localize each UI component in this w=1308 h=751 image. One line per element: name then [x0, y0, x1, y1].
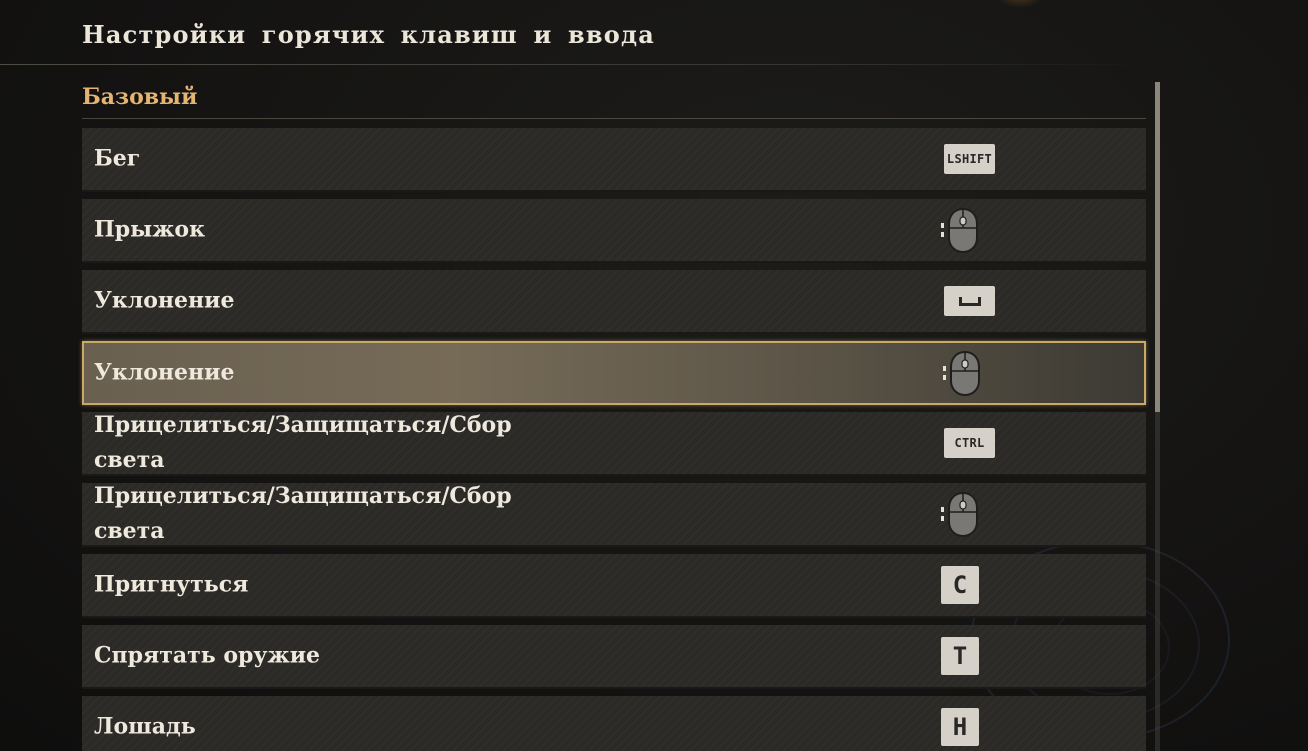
keycap-h[interactable]: H: [941, 708, 979, 746]
space-key-icon: [958, 296, 981, 306]
keycap-ctrl[interactable]: CTRL: [944, 428, 995, 458]
binding-row-aim-block-mouse[interactable]: Прицелиться/Защищаться/Сбор света: [82, 483, 1146, 547]
mouse-side-button-icon[interactable]: [940, 206, 984, 254]
binding-label: Прыжок: [94, 216, 205, 243]
binding-label: Прицелиться/Защищаться/Сбор света: [94, 412, 512, 473]
binding-label: Бег: [94, 145, 141, 172]
binding-row-horse[interactable]: Лошадь H: [82, 696, 1146, 751]
bindings-list: Бег LSHIFT Прыжок Уклонение Уклонение Пр…: [82, 128, 1146, 751]
binding-label: Пригнуться: [94, 571, 249, 598]
mouse-side-button-icon[interactable]: [942, 349, 986, 397]
keycap-c[interactable]: C: [941, 566, 979, 604]
binding-row-crouch[interactable]: Пригнуться C: [82, 554, 1146, 618]
keycap-lshift[interactable]: LSHIFT: [944, 144, 995, 174]
ember-glow: [995, 0, 1045, 8]
binding-row-holster-weapon[interactable]: Спрятать оружие T: [82, 625, 1146, 689]
binding-label: Прицелиться/Защищаться/Сбор света: [94, 483, 512, 544]
binding-label: Уклонение: [94, 359, 235, 386]
binding-label: Уклонение: [94, 287, 235, 314]
binding-row-run[interactable]: Бег LSHIFT: [82, 128, 1146, 192]
binding-label: Лошадь: [94, 713, 196, 740]
scroll-thumb[interactable]: [1155, 82, 1160, 412]
keycap-space[interactable]: [944, 286, 995, 316]
mouse-side-button-icon[interactable]: [940, 490, 984, 538]
binding-row-aim-block[interactable]: Прицелиться/Защищаться/Сбор света CTRL: [82, 412, 1146, 476]
binding-row-dodge-mouse-selected[interactable]: Уклонение: [82, 341, 1146, 405]
scrollbar[interactable]: [1155, 82, 1160, 751]
keycap-t[interactable]: T: [941, 637, 979, 675]
binding-row-jump[interactable]: Прыжок: [82, 199, 1146, 263]
binding-label: Спрятать оружие: [94, 642, 321, 669]
page-title: Настройки горячих клавиш и ввода: [82, 20, 655, 49]
title-divider: [0, 64, 1145, 65]
section-divider: [82, 118, 1146, 119]
section-title: Базовый: [82, 84, 198, 110]
binding-row-dodge[interactable]: Уклонение: [82, 270, 1146, 334]
